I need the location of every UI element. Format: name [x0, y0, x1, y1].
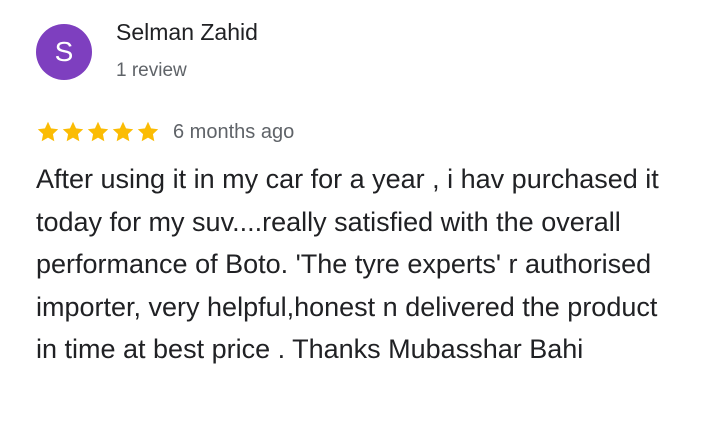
- star-icon: [87, 121, 109, 142]
- star-icon: [137, 121, 159, 142]
- review-count: 1 review: [116, 60, 187, 81]
- avatar-letter: S: [54, 36, 74, 67]
- reviewer-name[interactable]: Selman Zahid: [116, 19, 258, 46]
- review-time: 6 months ago: [173, 120, 295, 143]
- rating-row: 6 months ago: [36, 118, 294, 146]
- review-text: After using it in my car for a year , i …: [36, 164, 659, 364]
- star-rating: [36, 120, 161, 144]
- star-icon: [37, 121, 59, 142]
- avatar[interactable]: S: [36, 24, 92, 80]
- star-icon: [62, 121, 84, 142]
- star-icon: [112, 121, 134, 142]
